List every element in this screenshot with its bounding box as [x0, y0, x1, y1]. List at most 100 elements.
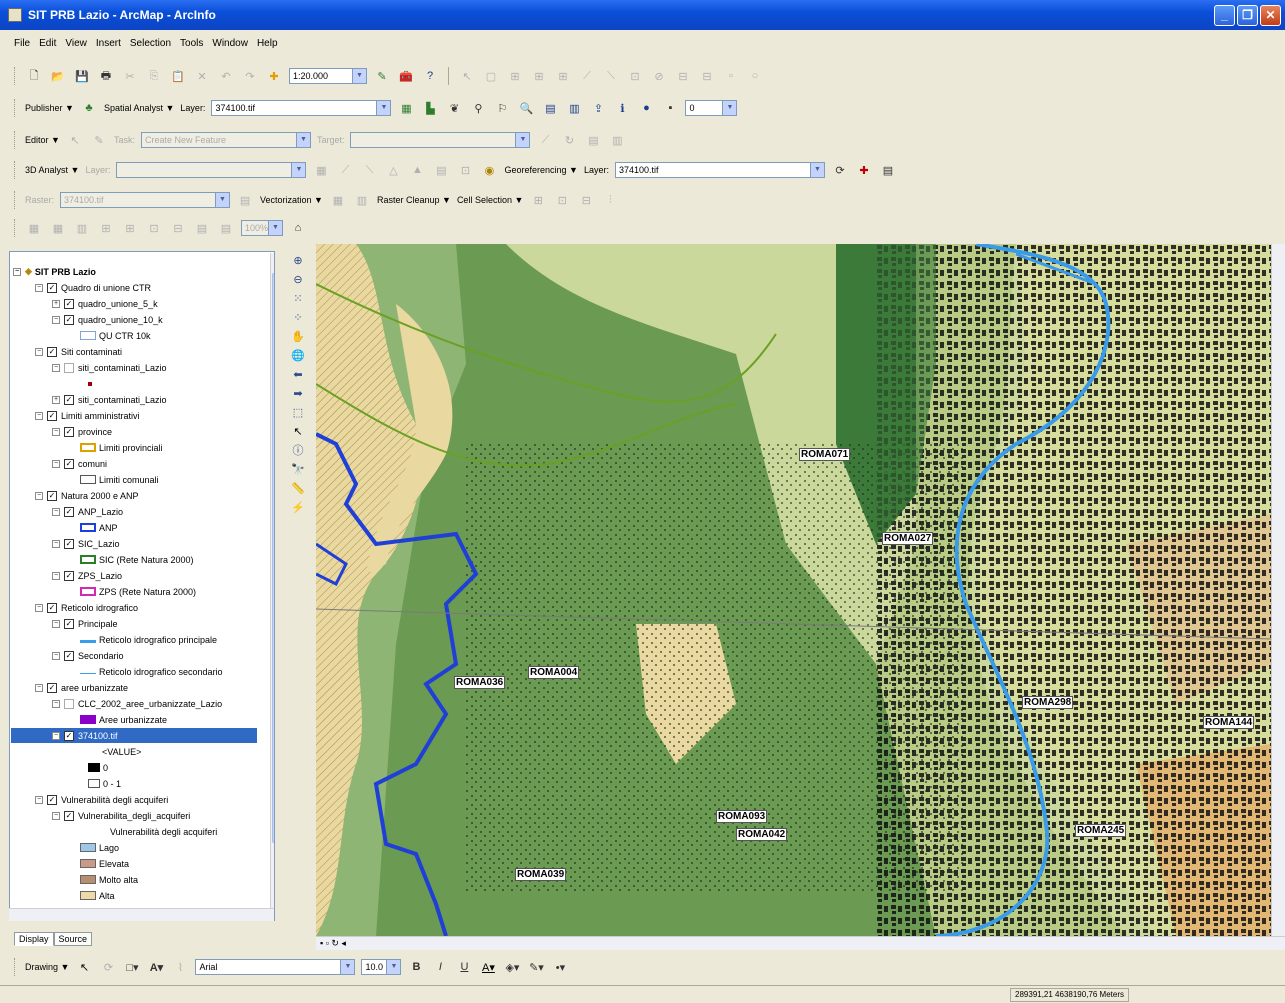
editor-menu[interactable]: Editor ▼	[25, 135, 60, 145]
3d-tool-6-icon[interactable]: ▤	[432, 161, 450, 179]
zoom-out-icon[interactable]: ⊖	[289, 270, 307, 288]
italic-icon[interactable]: I	[431, 958, 449, 976]
collapse-icon[interactable]: −	[52, 619, 60, 628]
toc-vertical-scrollbar[interactable]	[270, 253, 274, 920]
menu-file[interactable]: File	[14, 38, 30, 58]
print-icon[interactable]: 🖶	[97, 67, 115, 85]
collapse-icon[interactable]: −	[35, 283, 43, 292]
layer-visibility-checkbox[interactable]: ✓	[47, 282, 57, 293]
ez-1-icon[interactable]: ▦	[25, 219, 43, 237]
toc-row-anp-lazio[interactable]: − ✓ ANP_Lazio	[52, 504, 123, 519]
target-dropdown[interactable]: ▼	[350, 132, 531, 148]
layout-tool-2-icon[interactable]: ⊞	[530, 67, 548, 85]
tool-a-icon[interactable]: ❦	[445, 99, 463, 117]
layout-tool-5-icon[interactable]: ⟍	[602, 67, 620, 85]
3d-tool-1-icon[interactable]: ▦	[312, 161, 330, 179]
band-icon[interactable]: ▪	[661, 99, 679, 117]
toc-row-quadro-10k[interactable]: − ✓ quadro_unione_10_k	[52, 312, 163, 327]
toc-row-principale[interactable]: − ✓ Principale	[52, 616, 118, 631]
ez-7-icon[interactable]: ⊟	[169, 219, 187, 237]
layer-visibility-checkbox[interactable]: ✓	[47, 682, 57, 693]
layer-visibility-checkbox[interactable]: ✓	[64, 618, 74, 629]
line-color-icon[interactable]: ✎▾	[527, 958, 545, 976]
arcscene-icon[interactable]: ◉	[480, 161, 498, 179]
map-vertical-scrollbar[interactable]	[1271, 244, 1285, 936]
toc-row-province[interactable]: − ✓ province	[52, 424, 112, 439]
collapse-icon[interactable]: −	[52, 459, 60, 468]
vector-tool-2-icon[interactable]: ▥	[353, 191, 371, 209]
open-icon[interactable]: 📂	[49, 67, 67, 85]
expand-icon[interactable]: +	[52, 395, 60, 404]
publisher-icon[interactable]: ♣	[80, 99, 98, 117]
toc-row-quadro-ctr[interactable]: − ✓ Quadro di unione CTR	[35, 280, 151, 295]
sketch-properties-icon[interactable]: ▥	[608, 131, 626, 149]
minimize-button[interactable]: _	[1214, 5, 1235, 26]
layer-visibility-checkbox[interactable]: ✓	[64, 314, 74, 325]
select-elements-icon[interactable]: ↖	[458, 67, 476, 85]
rotate-tool-icon[interactable]: ↻	[560, 131, 578, 149]
layout-tool-8-icon[interactable]: ⊟	[674, 67, 692, 85]
menu-edit[interactable]: Edit	[39, 38, 56, 58]
raster-dropdown[interactable]: 374100.tif ▼	[60, 192, 231, 208]
select-elements-icon[interactable]: ↖	[75, 958, 93, 976]
zoom-to-layer-icon[interactable]: 🔍	[517, 99, 535, 117]
fixed-zoom-out-icon[interactable]: ⁘	[289, 308, 307, 326]
3d-analyst-menu[interactable]: 3D Analyst ▼	[25, 165, 79, 175]
collapse-icon[interactable]: −	[52, 427, 60, 436]
font-size-dropdown[interactable]: 10.0 ▼	[361, 959, 402, 975]
toc-row-siti-lazio-2[interactable]: + ✓ siti_contaminati_Lazio	[52, 392, 167, 407]
add-data-icon[interactable]: ✚	[265, 67, 283, 85]
text-icon[interactable]: A▾	[147, 958, 165, 976]
map-horizontal-scrollbar[interactable]: ▪ ▫ ↻ ◂	[316, 936, 1285, 950]
3d-tool-4-icon[interactable]: △	[384, 161, 402, 179]
add-control-points-icon[interactable]: ✚	[855, 161, 873, 179]
collapse-icon[interactable]: −	[52, 811, 60, 820]
map-scale-dropdown[interactable]: 1:20.000 ▼	[289, 68, 367, 84]
layout-tool-1-icon[interactable]: ⊞	[506, 67, 524, 85]
ez-3-icon[interactable]: ▥	[73, 219, 91, 237]
layout-tool-6-icon[interactable]: ⊡	[626, 67, 644, 85]
export-icon[interactable]: ⇪	[589, 99, 607, 117]
whats-this-icon[interactable]: ?	[421, 67, 439, 85]
cell-tool-4-icon[interactable]: ⫶	[601, 191, 619, 209]
zoom-in-icon[interactable]: ⊕	[289, 251, 307, 269]
histogram-icon[interactable]: ▙	[421, 99, 439, 117]
layer-visibility-checkbox[interactable]: ✓	[64, 298, 74, 309]
collapse-icon[interactable]: −	[35, 491, 43, 500]
vectorization-menu[interactable]: Vectorization ▼	[260, 195, 323, 205]
editor-toolbar-icon[interactable]: ✎	[373, 67, 391, 85]
identify-results-icon[interactable]: ▤	[541, 99, 559, 117]
collapse-icon[interactable]: −	[52, 315, 60, 324]
full-extent-icon[interactable]: 🌐	[289, 346, 307, 364]
editor-zoom-dropdown[interactable]: 100% ▼	[241, 220, 283, 236]
menu-selection[interactable]: Selection	[130, 38, 171, 58]
zoom-whole-page-icon[interactable]: ▢	[482, 67, 500, 85]
ez-2-icon[interactable]: ▦	[49, 219, 67, 237]
ez-4-icon[interactable]: ⊞	[97, 219, 115, 237]
drawing-menu[interactable]: Drawing ▼	[25, 962, 69, 972]
tool-c-icon[interactable]: ⚐	[493, 99, 511, 117]
collapse-icon[interactable]: −	[35, 347, 43, 356]
redo-icon[interactable]: ↷	[241, 67, 259, 85]
menu-tools[interactable]: Tools	[180, 38, 203, 58]
task-dropdown[interactable]: Create New Feature ▼	[140, 132, 311, 148]
marker-color-icon[interactable]: •▾	[551, 958, 569, 976]
back-extent-icon[interactable]: ⬅	[289, 365, 307, 383]
rotate-icon[interactable]: ⟳	[831, 161, 849, 179]
layer-visibility-checkbox[interactable]	[64, 362, 74, 373]
layout-tool-4-icon[interactable]: ⟋	[578, 67, 596, 85]
bold-icon[interactable]: B	[407, 958, 425, 976]
rectangle-icon[interactable]: □▾	[123, 958, 141, 976]
fill-color-icon[interactable]: ◈▾	[503, 958, 521, 976]
publisher-menu[interactable]: Publisher ▼	[25, 103, 74, 113]
globe-icon[interactable]: ●	[637, 99, 655, 117]
layout-tool-3-icon[interactable]: ⊞	[554, 67, 572, 85]
3d-tool-7-icon[interactable]: ⊡	[456, 161, 474, 179]
ez-8-icon[interactable]: ▤	[193, 219, 211, 237]
new-icon[interactable]: 🗋	[25, 67, 43, 85]
layer-visibility-checkbox[interactable]	[64, 698, 74, 709]
collapse-icon[interactable]: −	[35, 795, 43, 804]
layer-visibility-checkbox[interactable]: ✓	[47, 602, 57, 613]
delete-icon[interactable]: ✕	[193, 67, 211, 85]
toc-row-reticolo[interactable]: − ✓ Reticolo idrografico	[35, 600, 138, 615]
